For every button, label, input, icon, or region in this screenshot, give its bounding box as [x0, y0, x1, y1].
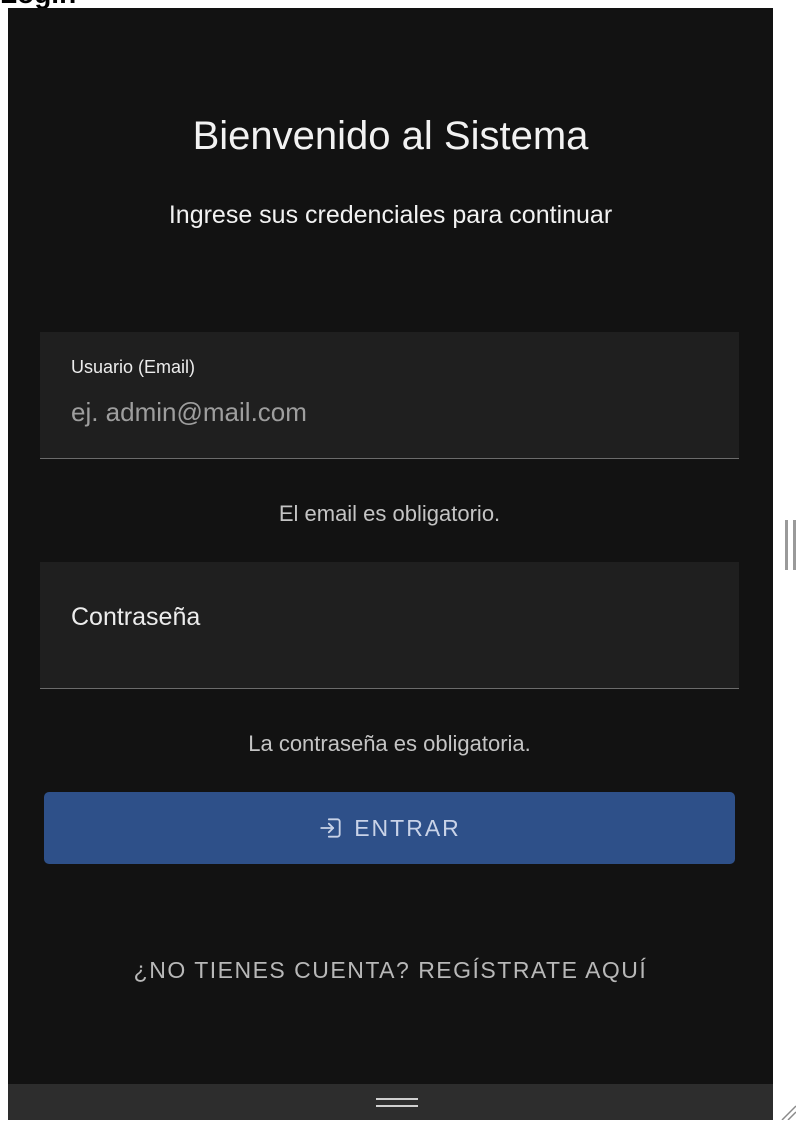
login-button-label: ENTRAR — [354, 814, 461, 841]
page-subtitle: Ingrese sus credenciales para continuar — [168, 201, 613, 229]
login-button[interactable]: ENTRAR — [44, 792, 735, 864]
email-label: Usuario (Email) — [71, 357, 196, 377]
window-header: Login — [0, 0, 796, 8]
email-input[interactable] — [71, 392, 711, 432]
bottom-resize-bar[interactable] — [8, 1084, 773, 1120]
resize-corner-icon[interactable] — [778, 1094, 796, 1121]
drag-grip-icon[interactable] — [376, 1098, 418, 1107]
email-error: El email es obligatorio. — [278, 501, 501, 526]
email-field[interactable]: Usuario (Email) — [40, 332, 739, 459]
register-link[interactable]: ¿NO TIENES CUENTA? REGÍSTRATE AQUÍ — [8, 954, 773, 986]
login-panel — [8, 8, 773, 1084]
login-icon — [318, 815, 344, 841]
password-label: Contraseña — [71, 603, 201, 631]
password-input[interactable] — [71, 634, 711, 674]
password-field[interactable]: Contraseña — [40, 562, 739, 689]
splitter-grip-icon[interactable] — [785, 520, 796, 570]
window-title: Login — [0, 0, 76, 8]
page-title: Bienvenido al Sistema — [192, 114, 589, 158]
password-error: La contraseña es obligatoria. — [248, 731, 531, 756]
